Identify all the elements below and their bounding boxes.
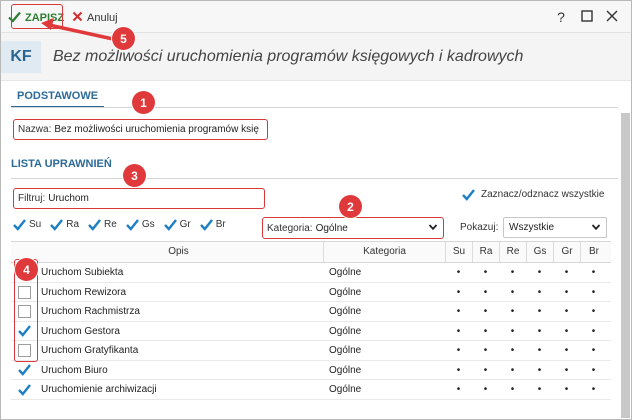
annotation-badge-2: 2 <box>339 195 362 218</box>
annotation-badge-1: 1 <box>132 91 155 114</box>
annotation-badge-4: 4 <box>15 258 38 281</box>
annotation-arrow <box>41 18 114 41</box>
dialog-window: ZAPISZ Anuluj ? KF Bez możliwości urucho… <box>0 0 632 420</box>
annotation-badge-5: 5 <box>112 27 135 50</box>
annotation-badge-3: 3 <box>123 164 146 187</box>
